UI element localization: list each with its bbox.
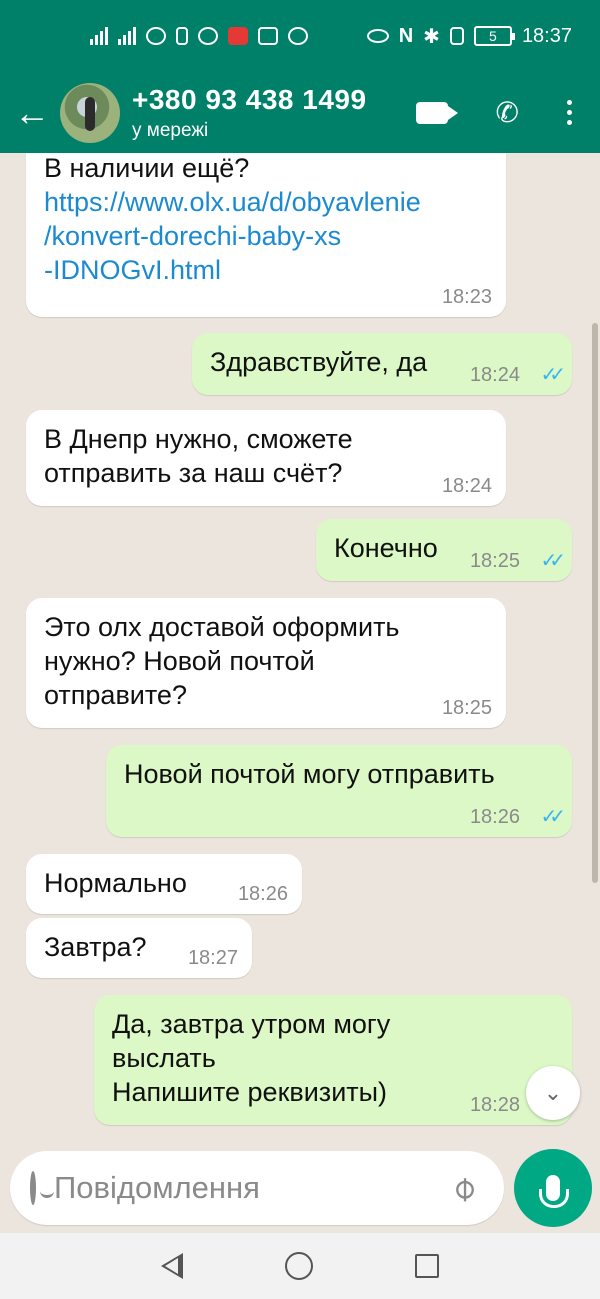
status-time: 18:37 — [521, 24, 572, 47]
message-bubble-outgoing[interactable]: Новой почтой могу отправить 18:26 ✓✓ — [106, 745, 572, 837]
message-link[interactable]: -IDNOGvI.html — [44, 253, 490, 287]
more-options-icon[interactable] — [567, 100, 572, 125]
nav-recents-icon[interactable] — [415, 1254, 439, 1278]
avatar[interactable] — [60, 82, 120, 143]
sim-icon — [176, 27, 188, 45]
system-navigation-bar — [0, 1233, 600, 1299]
message-text: Нормально — [44, 868, 187, 898]
microphone-icon — [539, 1175, 569, 1208]
message-input-bar: ⌀ — [0, 1143, 600, 1233]
read-ticks-icon: ✓✓ — [540, 806, 565, 828]
message-time: 18:25 — [469, 550, 520, 572]
nav-home-icon[interactable] — [285, 1252, 313, 1280]
signal-icon — [90, 27, 108, 45]
nav-back-icon[interactable] — [161, 1253, 183, 1279]
header-actions: ✆ — [415, 96, 572, 129]
message-text: Да, завтра утром могу — [112, 1009, 391, 1039]
signal-2-icon — [118, 27, 136, 45]
chat-area[interactable]: В наличии ещё? https://www.olx.ua/d/obya… — [0, 153, 600, 1143]
nfc-icon: N — [398, 24, 414, 47]
message-time: 18:24 — [441, 475, 492, 497]
wifi-icon — [146, 27, 166, 45]
message-input[interactable] — [54, 1170, 453, 1206]
message-bubble-incoming[interactable]: Завтра? 18:27 — [26, 918, 252, 978]
app-header: N ✱ 5 18:37 ← +380 93 438 1499 у мережі … — [0, 0, 600, 153]
message-text: отправите? — [44, 680, 187, 710]
facebook-icon — [288, 27, 308, 45]
message-text: Это олх доставой оформить — [44, 612, 400, 642]
video-call-icon[interactable] — [415, 101, 458, 124]
chat-scrollbar[interactable] — [592, 323, 598, 883]
read-ticks-icon: ✓✓ — [540, 364, 565, 386]
message-text: Конечно — [334, 533, 438, 563]
message-text: Новой почтой могу отправить — [124, 759, 495, 789]
message-bubble-incoming[interactable]: Это олх доставой оформить нужно? Новой п… — [26, 598, 506, 728]
message-time: 18:23 — [441, 286, 492, 308]
message-bubble-incoming[interactable]: В Днепр нужно, сможете отправить за наш … — [26, 410, 506, 506]
vibrate-icon — [449, 27, 464, 45]
chat-appbar: ← +380 93 438 1499 у мережі ✆ — [0, 72, 600, 153]
message-text: В наличии ещё? — [44, 153, 250, 183]
battery-icon: 5 — [473, 26, 515, 46]
eye-icon — [366, 29, 389, 43]
message-bubble-incoming[interactable]: Нормально 18:26 — [26, 854, 302, 914]
bluetooth-icon: ✱ — [423, 25, 440, 48]
scroll-to-bottom-icon[interactable]: ⌄ — [526, 1066, 580, 1120]
arrow-left-icon[interactable]: ← — [14, 94, 60, 131]
status-icons-left — [90, 27, 308, 45]
phone-icon[interactable]: ✆ — [496, 96, 519, 129]
status-bar: N ✱ 5 18:37 — [0, 0, 600, 72]
contact-info[interactable]: +380 93 438 1499 у мережі — [132, 84, 416, 142]
message-time: 18:24 — [469, 364, 520, 386]
contact-name: +380 93 438 1499 — [132, 83, 367, 115]
message-text: отправить за наш счёт? — [44, 458, 343, 488]
message-text: выслать — [112, 1043, 216, 1073]
message-text: нужно? Новой почтой — [44, 646, 315, 676]
message-bubble-incoming[interactable]: В наличии ещё? https://www.olx.ua/d/obya… — [26, 153, 506, 317]
message-input-container: ⌀ — [10, 1151, 535, 1225]
message-link[interactable]: /konvert-dorechi-baby-xs — [44, 219, 490, 253]
notification-app-icon — [228, 27, 248, 45]
message-time: 18:26 — [237, 883, 288, 905]
message-text: Завтра? — [44, 932, 147, 962]
message-bubble-outgoing[interactable]: Конечно 18:25 ✓✓ — [316, 519, 572, 581]
message-time: 18:25 — [441, 697, 492, 719]
message-bubble-outgoing[interactable]: Да, завтра утром могу выслать Напишите р… — [94, 995, 572, 1125]
message-link[interactable]: https://www.olx.ua/d/obyavlenie — [44, 185, 490, 219]
message-bubble-outgoing[interactable]: Здравствуйте, да 18:24 ✓✓ — [192, 333, 572, 395]
status-icons-right: N ✱ 5 18:37 — [366, 24, 572, 49]
message-time: 18:28 — [469, 1094, 520, 1116]
message-text: Здравствуйте, да — [210, 347, 428, 377]
viber-icon — [198, 27, 218, 45]
read-ticks-icon: ✓✓ — [540, 550, 565, 572]
message-time: 18:27 — [187, 947, 238, 969]
contact-status: у мережі — [132, 119, 209, 141]
message-time: 18:26 — [469, 806, 520, 828]
gallery-icon — [258, 27, 278, 45]
microphone-button[interactable] — [514, 1149, 592, 1227]
emoji-icon[interactable] — [30, 1171, 54, 1205]
message-text: В Днепр нужно, сможете — [44, 424, 353, 454]
